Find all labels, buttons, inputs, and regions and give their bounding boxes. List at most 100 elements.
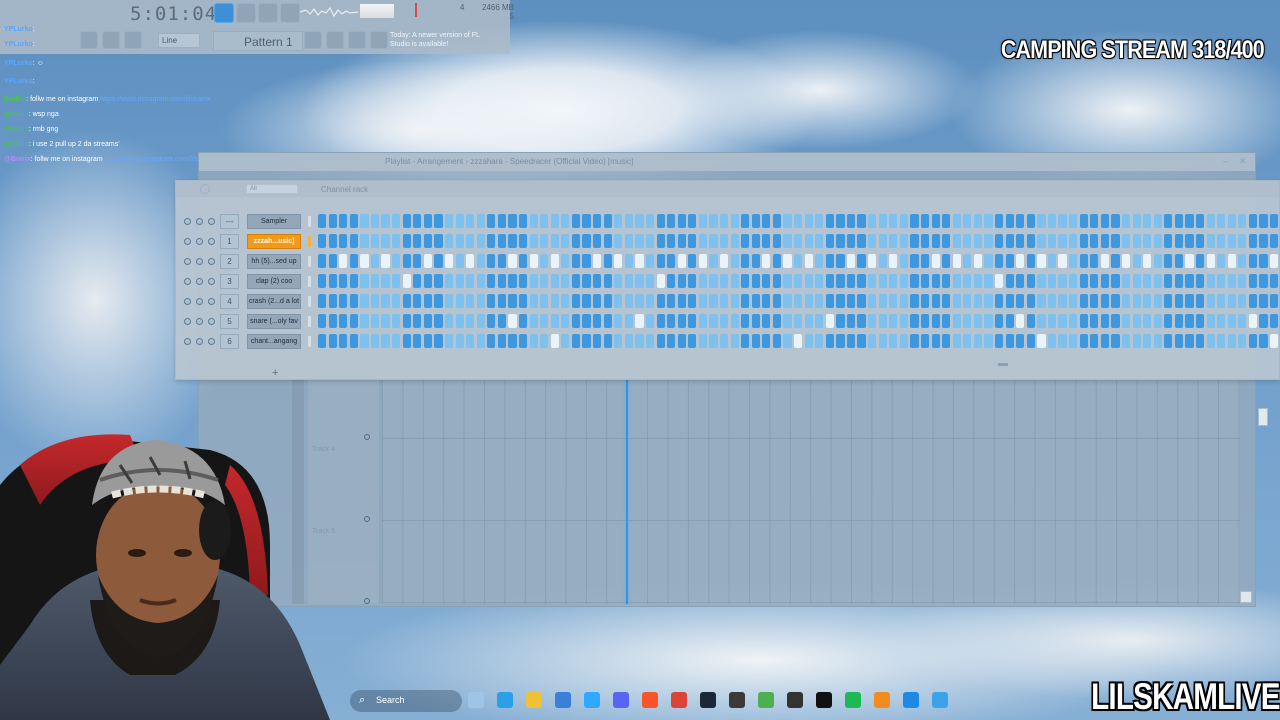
step-button[interactable] — [1164, 214, 1173, 228]
step-button[interactable] — [1037, 334, 1046, 348]
step-button[interactable] — [1174, 334, 1184, 348]
step-button[interactable] — [318, 214, 327, 228]
rack-options-icon[interactable] — [200, 184, 210, 194]
step-button[interactable] — [878, 214, 887, 228]
step-button[interactable] — [1069, 334, 1078, 348]
step-button[interactable] — [709, 274, 718, 288]
step-button[interactable] — [1270, 334, 1279, 348]
step-button[interactable] — [942, 314, 951, 328]
step-button[interactable] — [920, 254, 930, 268]
step-button[interactable] — [857, 314, 866, 328]
step-button[interactable] — [804, 314, 813, 328]
step-button[interactable] — [1259, 334, 1268, 348]
step-button[interactable] — [656, 334, 665, 348]
step-button[interactable] — [1100, 274, 1109, 288]
step-button[interactable] — [899, 334, 908, 348]
step-button[interactable] — [1132, 334, 1141, 348]
step-button[interactable] — [730, 274, 739, 288]
step-button[interactable] — [794, 294, 803, 308]
step-button[interactable] — [984, 274, 993, 288]
step-button[interactable] — [1238, 334, 1247, 348]
step-button[interactable] — [1238, 314, 1247, 328]
step-button[interactable] — [910, 234, 919, 248]
step-button[interactable] — [1153, 314, 1162, 328]
alt-button[interactable] — [348, 31, 366, 49]
step-button[interactable] — [349, 234, 358, 248]
step-button[interactable] — [688, 314, 697, 328]
step-button[interactable] — [593, 214, 602, 228]
step-button[interactable] — [920, 314, 930, 328]
step-button[interactable] — [349, 334, 358, 348]
step-button[interactable] — [497, 294, 507, 308]
step-button[interactable] — [772, 274, 782, 288]
step-button[interactable] — [1016, 214, 1025, 228]
channel-mixer-track[interactable]: 4 — [220, 294, 239, 309]
step-button[interactable] — [677, 314, 686, 328]
step-button[interactable] — [688, 214, 697, 228]
step-button[interactable] — [1100, 334, 1109, 348]
step-button[interactable] — [825, 294, 834, 308]
step-button[interactable] — [762, 334, 771, 348]
news-hint[interactable]: Today: A newer version of FL Studio is a… — [388, 30, 500, 52]
channel-pan-knob[interactable] — [196, 238, 203, 245]
step-button[interactable] — [1270, 214, 1279, 228]
step-button[interactable] — [984, 294, 993, 308]
step-button[interactable] — [603, 294, 612, 308]
step-button[interactable] — [1185, 294, 1194, 308]
gamepad-icon[interactable] — [758, 692, 774, 708]
step-button[interactable] — [1111, 254, 1120, 268]
step-button[interactable] — [995, 234, 1004, 248]
mic-icon[interactable] — [124, 31, 142, 49]
step-button[interactable] — [1227, 214, 1236, 228]
step-button[interactable] — [381, 314, 390, 328]
step-button[interactable] — [1037, 314, 1046, 328]
playhead[interactable] — [626, 380, 628, 604]
step-button[interactable] — [772, 214, 782, 228]
channel-mute-led[interactable] — [184, 258, 191, 265]
step-button[interactable] — [497, 234, 507, 248]
step-button[interactable] — [593, 334, 602, 348]
step-button[interactable] — [540, 254, 549, 268]
step-button[interactable] — [370, 254, 380, 268]
step-button[interactable] — [730, 254, 739, 268]
step-button[interactable] — [1259, 214, 1268, 228]
step-button[interactable] — [762, 274, 771, 288]
step-button[interactable] — [698, 314, 707, 328]
shift-button[interactable] — [304, 31, 322, 49]
step-button[interactable] — [1143, 234, 1152, 248]
step-button[interactable] — [645, 334, 655, 348]
step-button[interactable] — [1079, 214, 1088, 228]
step-button[interactable] — [455, 294, 464, 308]
channel-row[interactable]: 2 hh (5)...sed up — [176, 254, 1279, 270]
step-button[interactable] — [529, 334, 538, 348]
step-button[interactable] — [868, 334, 877, 348]
step-button[interactable] — [476, 274, 485, 288]
step-button[interactable] — [370, 334, 380, 348]
step-button[interactable] — [762, 234, 771, 248]
step-button[interactable] — [698, 234, 707, 248]
step-button[interactable] — [942, 274, 951, 288]
step-button[interactable] — [667, 214, 676, 228]
step-button[interactable] — [1026, 254, 1035, 268]
step-button[interactable] — [1121, 334, 1131, 348]
channel-volume-knob[interactable] — [208, 218, 215, 225]
step-button[interactable] — [1100, 254, 1109, 268]
step-button[interactable] — [899, 254, 908, 268]
step-button[interactable] — [540, 214, 549, 228]
channel-name-button[interactable]: snare (...oly fav — [247, 314, 301, 329]
step-button[interactable] — [1079, 254, 1088, 268]
step-button[interactable] — [423, 254, 432, 268]
step-button[interactable] — [381, 334, 390, 348]
step-button[interactable] — [772, 234, 782, 248]
step-button[interactable] — [392, 254, 401, 268]
step-button[interactable] — [339, 214, 348, 228]
step-button[interactable] — [1217, 214, 1226, 228]
k4-icon[interactable] — [787, 692, 803, 708]
step-button[interactable] — [614, 234, 623, 248]
step-button[interactable] — [1185, 234, 1194, 248]
step-button[interactable] — [561, 214, 570, 228]
step-button[interactable] — [466, 314, 475, 328]
step-button[interactable] — [1143, 214, 1152, 228]
step-button[interactable] — [1217, 294, 1226, 308]
step-button[interactable] — [868, 234, 877, 248]
